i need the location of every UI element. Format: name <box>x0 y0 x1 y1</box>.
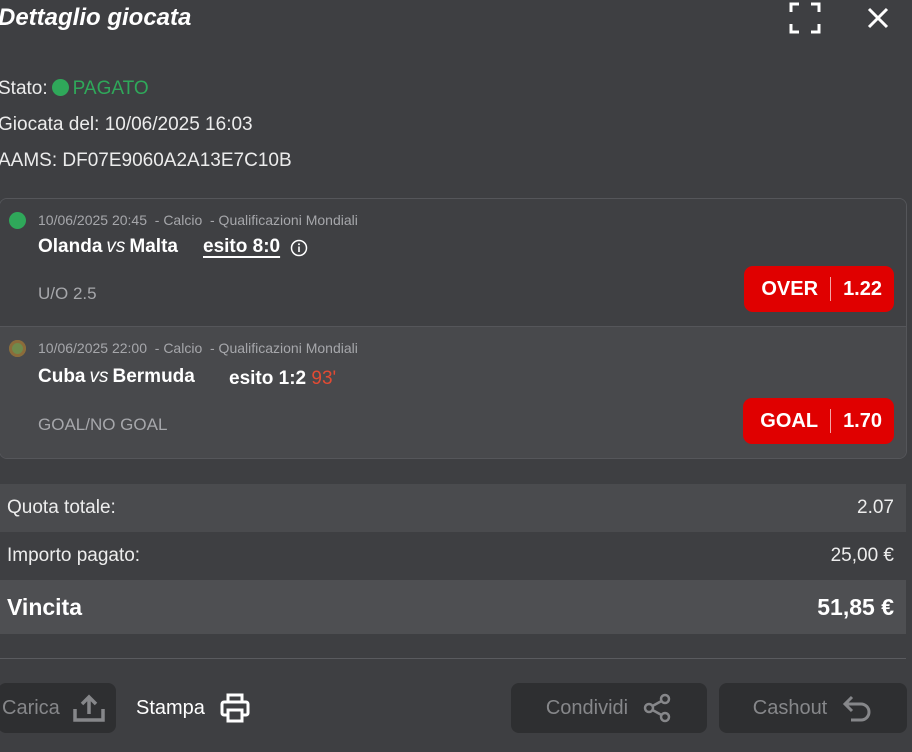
divider <box>0 658 906 659</box>
selection-odd-button[interactable]: OVER 1.22 <box>744 266 894 312</box>
upload-icon <box>73 694 105 722</box>
stato-label: Stato: <box>0 78 48 99</box>
printer-icon <box>220 693 250 723</box>
carica-label: Carica <box>2 696 60 719</box>
expand-icon[interactable] <box>789 2 821 34</box>
event-status-icon <box>9 212 26 229</box>
event-status-icon <box>9 340 26 357</box>
share-icon <box>643 693 671 723</box>
undo-icon <box>843 695 871 722</box>
importo-value: 25,00 € <box>830 545 894 566</box>
away-team: Malta <box>129 236 178 257</box>
event-teams: Cuba vs Bermuda <box>38 366 195 388</box>
divider <box>830 409 832 433</box>
event-row: 10/06/2025 20:45 - Calcio - Qualificazio… <box>0 199 906 327</box>
aams-line: AAMS: DF07E9060A2A13E7C10B <box>0 150 292 172</box>
selection-label: OVER <box>761 277 819 300</box>
divider <box>830 277 832 301</box>
aams-label: AAMS: <box>0 150 58 171</box>
event-meta: 10/06/2025 20:45 - Calcio - Qualificazio… <box>38 212 358 228</box>
page-title: Dettaglio giocata <box>0 4 192 31</box>
selection-label: GOAL <box>760 409 819 432</box>
cashout-button[interactable]: Cashout <box>719 683 907 733</box>
quota-row: Quota totale: 2.07 <box>0 484 906 532</box>
close-icon[interactable] <box>862 2 894 34</box>
events-card: 10/06/2025 20:45 - Calcio - Qualificazio… <box>0 198 907 459</box>
event-result: esito 1:2 93' <box>229 368 336 390</box>
condividi-label: Condividi <box>545 696 629 719</box>
giocata-value: 10/06/2025 16:03 <box>104 114 253 135</box>
vincita-value: 51,85 € <box>817 593 894 620</box>
giocata-label: Giocata del: <box>0 114 100 135</box>
quota-label: Quota totale: <box>7 497 116 518</box>
event-result[interactable]: esito 8:0 <box>203 236 280 258</box>
stampa-label: Stampa <box>136 696 205 719</box>
away-team: Bermuda <box>112 366 195 387</box>
stampa-button[interactable]: Stampa <box>130 683 270 733</box>
giocata-line: Giocata del: 10/06/2025 16:03 <box>0 114 253 136</box>
aams-value: DF07E9060A2A13E7C10B <box>62 150 292 171</box>
home-team: Olanda <box>38 236 103 257</box>
event-teams: Olanda vs Malta <box>38 236 178 258</box>
cashout-label: Cashout <box>752 696 828 719</box>
stato-value: PAGATO <box>72 78 149 99</box>
importo-row: Importo pagato: 25,00 € <box>0 532 906 580</box>
event-meta: 10/06/2025 22:00 - Calcio - Qualificazio… <box>38 340 358 356</box>
vs-label: vs <box>89 366 109 387</box>
odd-value: 1.22 <box>843 277 882 300</box>
odd-value: 1.70 <box>843 409 882 432</box>
vincita-label: Vincita <box>7 593 82 620</box>
quota-value: 2.07 <box>857 497 894 518</box>
carica-button[interactable]: Carica <box>0 683 116 733</box>
event-minute: 93' <box>311 368 337 389</box>
status-dot-icon <box>51 79 69 96</box>
home-team: Cuba <box>38 366 86 387</box>
selection-odd-button[interactable]: GOAL 1.70 <box>743 398 894 444</box>
importo-label: Importo pagato: <box>7 545 141 566</box>
event-market: U/O 2.5 <box>38 284 97 303</box>
condividi-button[interactable]: Condividi <box>511 683 707 733</box>
event-row: 10/06/2025 22:00 - Calcio - Qualificazio… <box>0 326 906 458</box>
event-market: GOAL/NO GOAL <box>38 415 168 434</box>
info-icon[interactable] <box>290 239 308 257</box>
vincita-row: Vincita 51,85 € <box>0 580 906 634</box>
event-result-score: esito 1:2 <box>229 368 307 389</box>
stato-line: Stato: PAGATO <box>0 78 149 100</box>
vs-label: vs <box>106 236 126 257</box>
